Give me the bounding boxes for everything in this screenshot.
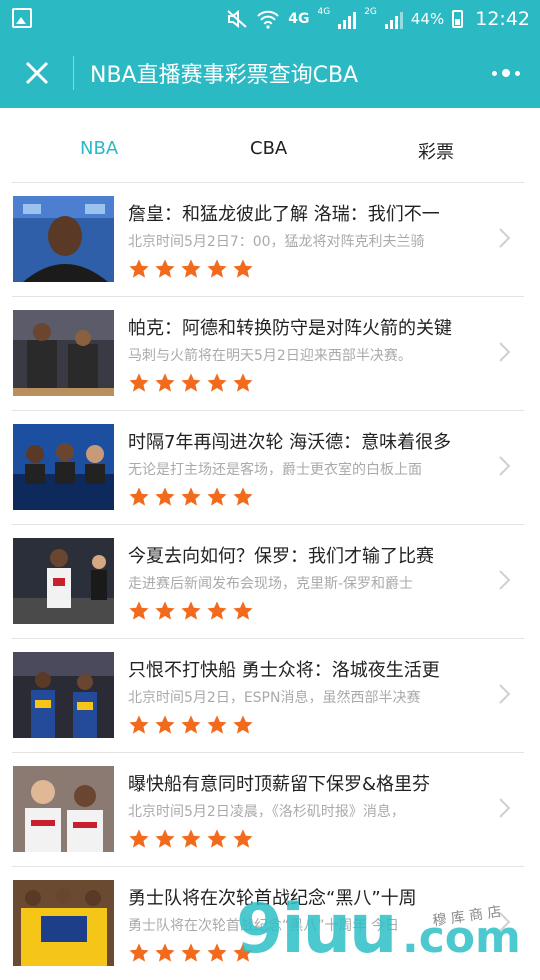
title-bar: NBA直播赛事彩票查询CBA	[0, 38, 540, 108]
signal-icon-sim2	[384, 9, 403, 29]
tab-nba[interactable]: NBA	[80, 138, 118, 159]
article-headline: 今夏去向如何？保罗：我们才输了比赛	[128, 546, 434, 567]
chevron-right-icon	[499, 342, 511, 362]
star-icon	[155, 601, 175, 620]
star-icon	[155, 259, 175, 278]
battery-percent: 44%	[410, 10, 445, 28]
star-icon	[207, 259, 227, 278]
star-icon	[207, 373, 227, 392]
star-icon	[233, 715, 253, 734]
star-icon	[233, 829, 253, 848]
chevron-right-icon	[499, 228, 511, 248]
list-item[interactable]: 今夏去向如何？保罗：我们才输了比赛 走进赛后新闻发布会现场，克里斯-保罗和爵士	[12, 524, 524, 638]
article-summary: 走进赛后新闻发布会现场，克里斯-保罗和爵士	[128, 576, 414, 592]
more-options-button[interactable]	[486, 58, 526, 88]
star-icon	[129, 259, 149, 278]
star-icon	[233, 373, 253, 392]
star-icon	[129, 601, 149, 620]
article-summary: 北京时间5月2日，ESPN消息，虽然西部半决赛	[128, 690, 421, 706]
close-button[interactable]	[16, 52, 58, 94]
article-headline: 时隔7年再闯进次轮 海沃德：意味着很多	[128, 432, 452, 453]
gallery-notification-icon	[12, 8, 32, 28]
star-icon	[207, 601, 227, 620]
more-dot-icon	[492, 70, 497, 76]
rating-stars	[128, 600, 254, 622]
list-item[interactable]: 詹皇：和猛龙彼此了解 洛瑞：我们不一 北京时间5月2日7：00，猛龙将对阵克利夫…	[12, 182, 524, 296]
star-icon	[207, 715, 227, 734]
article-summary: 北京时间5月2日7：00，猛龙将对阵克利夫兰骑	[128, 234, 425, 250]
status-icons: 4G 4G 2G 44% 12:42	[226, 6, 530, 32]
clock: 12:42	[475, 8, 530, 30]
article-summary: 无论是打主场还是客场，爵士更衣室的白板上面	[128, 462, 422, 478]
network-type-label-sim1: 4G	[317, 7, 331, 17]
article-thumbnail	[13, 880, 114, 966]
article-summary: 马刺与火箭将在明天5月2日迎来西部半决赛。	[128, 348, 412, 364]
star-icon	[181, 943, 201, 962]
star-icon	[207, 487, 227, 506]
star-icon	[207, 829, 227, 848]
article-thumbnail	[13, 538, 114, 624]
status-bar: 4G 4G 2G 44% 12:42	[0, 0, 540, 38]
star-icon	[155, 487, 175, 506]
rating-stars	[128, 714, 254, 736]
star-icon	[181, 601, 201, 620]
article-thumbnail	[13, 196, 114, 282]
rating-stars	[128, 258, 254, 280]
article-headline: 詹皇：和猛龙彼此了解 洛瑞：我们不一	[128, 204, 440, 225]
signal-icon-sim1	[338, 9, 357, 29]
article-thumbnail	[13, 424, 114, 510]
page-title: NBA直播赛事彩票查询CBA	[90, 63, 359, 88]
star-icon	[129, 487, 149, 506]
article-headline: 帕克：阿德和转换防守是对阵火箭的关键	[128, 318, 452, 339]
star-icon	[129, 829, 149, 848]
star-icon	[233, 487, 253, 506]
star-icon	[129, 943, 149, 962]
title-divider	[73, 56, 74, 90]
list-item[interactable]: 只恨不打快船 勇士众将：洛城夜生活更 北京时间5月2日，ESPN消息，虽然西部半…	[12, 638, 524, 752]
list-item[interactable]: 帕克：阿德和转换防守是对阵火箭的关键 马刺与火箭将在明天5月2日迎来西部半决赛。	[12, 296, 524, 410]
star-icon	[181, 373, 201, 392]
wifi-icon	[257, 10, 279, 29]
chevron-right-icon	[499, 684, 511, 704]
star-icon	[181, 715, 201, 734]
article-summary: 北京时间5月2日凌晨，《洛杉矶时报》消息，	[128, 804, 405, 820]
mute-icon	[227, 9, 247, 29]
list-item[interactable]: 时隔7年再闯进次轮 海沃德：意味着很多 无论是打主场还是客场，爵士更衣室的白板上…	[12, 410, 524, 524]
close-icon	[25, 61, 49, 85]
list-item[interactable]: 曝快船有意同时顶薪留下保罗&格里芬 北京时间5月2日凌晨，《洛杉矶时报》消息，	[12, 752, 524, 866]
article-headline: 只恨不打快船 勇士众将：洛城夜生活更	[128, 660, 440, 681]
star-icon	[181, 259, 201, 278]
tab-lottery[interactable]: 彩票	[418, 138, 454, 164]
category-tabs: NBA CBA 彩票	[0, 108, 540, 182]
chevron-right-icon	[499, 570, 511, 590]
star-icon	[129, 373, 149, 392]
svg-text:9iuu: 9iuu	[236, 890, 395, 960]
battery-icon	[452, 10, 464, 28]
star-icon	[233, 259, 253, 278]
star-icon	[207, 943, 227, 962]
more-dot-icon	[515, 70, 520, 76]
star-icon	[181, 487, 201, 506]
star-icon	[155, 715, 175, 734]
star-icon	[155, 373, 175, 392]
tab-cba[interactable]: CBA	[250, 138, 287, 159]
chevron-right-icon	[499, 456, 511, 476]
article-thumbnail	[13, 652, 114, 738]
star-icon	[155, 943, 175, 962]
more-dot-icon	[502, 69, 510, 77]
watermark-logo: 9iuu .com 穆 库 商 店	[232, 880, 532, 969]
rating-stars	[128, 372, 254, 394]
article-thumbnail	[13, 766, 114, 852]
star-icon	[155, 829, 175, 848]
star-icon	[129, 715, 149, 734]
star-icon	[181, 829, 201, 848]
network-type-label: 4G	[288, 11, 310, 27]
rating-stars	[128, 828, 254, 850]
article-headline: 曝快船有意同时顶薪留下保罗&格里芬	[128, 774, 431, 795]
article-thumbnail	[13, 310, 114, 396]
rating-stars	[128, 486, 254, 508]
chevron-right-icon	[499, 798, 511, 818]
star-icon	[233, 601, 253, 620]
network-type-label-sim2: 2G	[364, 7, 377, 17]
